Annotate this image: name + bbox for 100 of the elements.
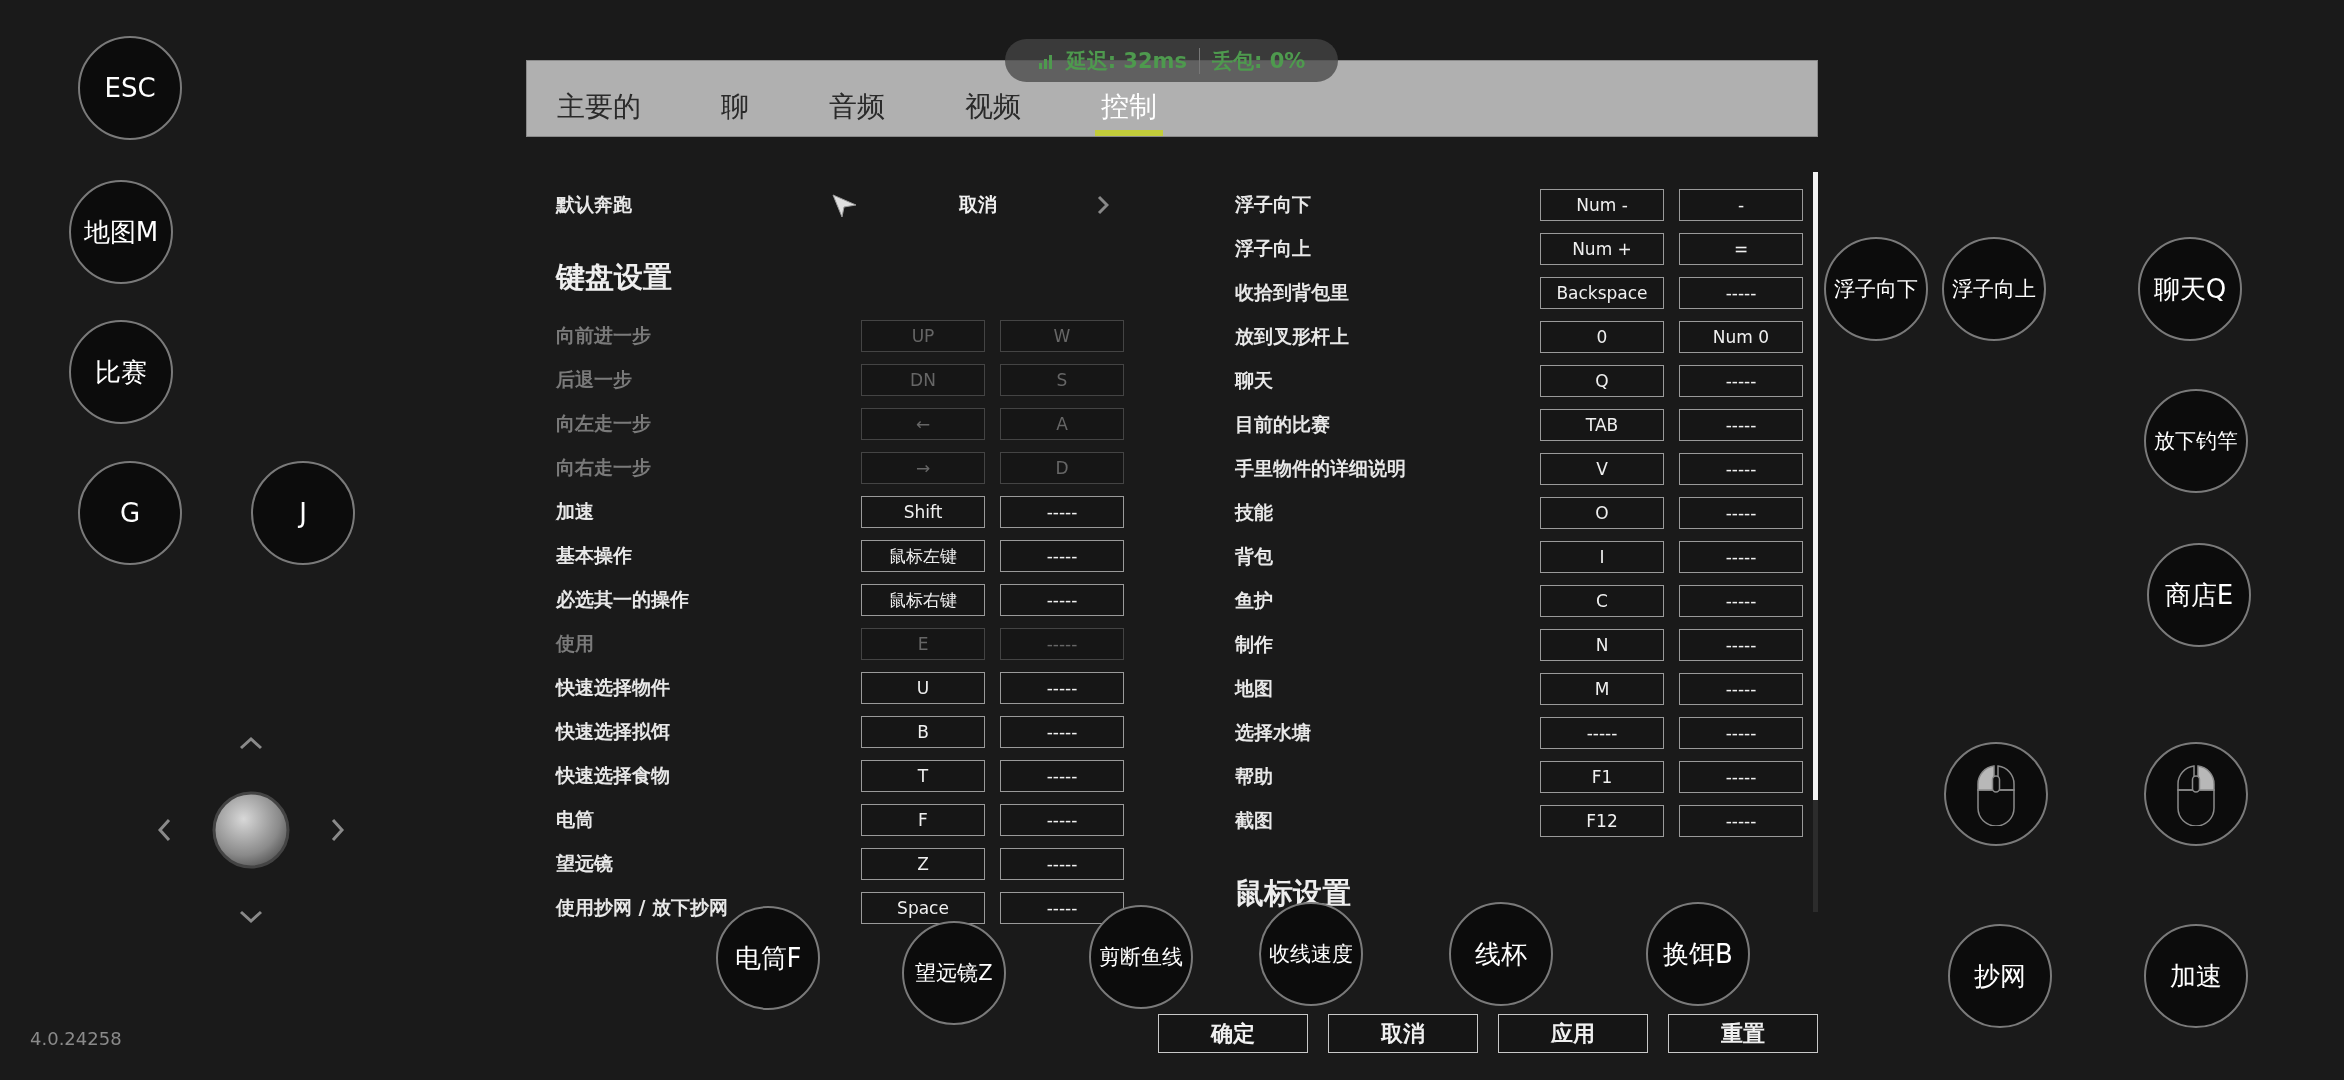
key-binding[interactable]: C xyxy=(1540,585,1664,617)
key-binding[interactable]: ----- xyxy=(1679,629,1803,661)
action-label: 默认奔跑 xyxy=(556,192,632,217)
key-binding[interactable]: ----- xyxy=(1000,892,1124,924)
overlay-button[interactable]: G xyxy=(78,461,182,565)
key-binding[interactable]: Shift xyxy=(861,496,985,528)
overlay-button[interactable]: 线杯 xyxy=(1449,902,1553,1006)
dialog-button[interactable]: 确定 xyxy=(1158,1014,1308,1053)
key-binding[interactable]: ----- xyxy=(1000,672,1124,704)
dialog-button[interactable]: 取消 xyxy=(1328,1014,1478,1053)
action-label: 选择水塘 xyxy=(1235,720,1312,745)
key-binding[interactable]: ----- xyxy=(1000,760,1124,792)
key-binding[interactable]: 鼠标右键 xyxy=(861,584,985,616)
dialog-button[interactable]: 应用 xyxy=(1498,1014,1648,1053)
section-heading: 键盘设置 xyxy=(556,259,673,296)
chevron-right-icon xyxy=(1097,195,1109,215)
overlay-button[interactable]: 抄网 xyxy=(1948,924,2052,1028)
overlay-button[interactable]: 商店E xyxy=(2147,543,2251,647)
key-binding[interactable]: N xyxy=(1540,629,1664,661)
key-binding[interactable]: = xyxy=(1679,233,1803,265)
overlay-button[interactable]: ESC xyxy=(78,36,182,140)
key-binding[interactable]: TAB xyxy=(1540,409,1664,441)
action-label: 后退一步 xyxy=(556,367,633,392)
key-binding[interactable]: T xyxy=(861,760,985,792)
key-binding[interactable]: 鼠标左键 xyxy=(861,540,985,572)
key-binding[interactable]: B xyxy=(861,716,985,748)
key-binding[interactable]: ----- xyxy=(1679,409,1803,441)
key-binding[interactable]: O xyxy=(1540,497,1664,529)
key-binding[interactable]: V xyxy=(1540,453,1664,485)
key-binding[interactable]: Num + xyxy=(1540,233,1664,265)
key-binding[interactable]: ----- xyxy=(1000,540,1124,572)
key-binding[interactable]: ----- xyxy=(1679,453,1803,485)
overlay-button[interactable]: 聊天Q xyxy=(2138,237,2242,341)
action-label: 制作 xyxy=(1235,632,1274,657)
tab[interactable]: 音频 xyxy=(823,84,891,136)
action-label: 目前的比赛 xyxy=(1235,412,1331,437)
key-binding[interactable]: ----- xyxy=(1679,761,1803,793)
key-binding[interactable]: ----- xyxy=(1000,848,1124,880)
key-binding[interactable]: Num - xyxy=(1540,189,1664,221)
overlay-button[interactable]: 剪断鱼线 xyxy=(1089,905,1193,1009)
key-binding[interactable]: Space xyxy=(861,892,985,924)
latency-text: 延迟: 32ms xyxy=(1065,47,1187,75)
overlay-button[interactable]: J xyxy=(251,461,355,565)
key-binding[interactable]: F1 xyxy=(1540,761,1664,793)
action-label: 向右走一步 xyxy=(556,455,652,480)
key-binding[interactable]: U xyxy=(861,672,985,704)
run-mode-selector[interactable]: 取消 xyxy=(830,185,1109,225)
scrollbar[interactable] xyxy=(1813,172,1818,912)
key-binding[interactable]: ----- xyxy=(1000,584,1124,616)
key-binding[interactable]: ----- xyxy=(1679,673,1803,705)
key-binding[interactable]: ----- xyxy=(1679,585,1803,617)
action-label: 快速选择拟饵 xyxy=(556,719,671,744)
mouse-icon xyxy=(1974,762,2018,826)
key-binding[interactable]: F xyxy=(861,804,985,836)
overlay-button[interactable]: 浮子向上 xyxy=(1942,237,2046,341)
key-binding[interactable]: ----- xyxy=(1679,497,1803,529)
action-label: 技能 xyxy=(1235,500,1274,525)
cursor-icon xyxy=(830,191,858,219)
key-binding[interactable]: Q xyxy=(1540,365,1664,397)
action-label: 聊天 xyxy=(1235,368,1274,393)
action-label: 快速选择物件 xyxy=(556,675,671,700)
overlay-button[interactable]: 加速 xyxy=(2144,924,2248,1028)
signal-icon xyxy=(1037,52,1054,69)
action-label: 快速选择食物 xyxy=(556,763,671,788)
tab[interactable]: 主要的 xyxy=(551,84,647,136)
key-binding[interactable]: - xyxy=(1679,189,1803,221)
action-label: 电筒 xyxy=(556,807,595,832)
dialog-button[interactable]: 重置 xyxy=(1668,1014,1818,1053)
key-binding[interactable]: ----- xyxy=(1679,277,1803,309)
action-label: 向前进一步 xyxy=(556,323,652,348)
key-binding[interactable]: ----- xyxy=(1000,804,1124,836)
mouse-icon xyxy=(2174,762,2218,826)
scrollbar-thumb[interactable] xyxy=(1813,172,1818,800)
overlay-button[interactable]: 望远镜Z xyxy=(902,921,1006,1025)
key-binding[interactable]: Z xyxy=(861,848,985,880)
key-binding[interactable]: ----- xyxy=(1679,365,1803,397)
key-binding[interactable]: ----- xyxy=(1000,716,1124,748)
key-binding[interactable]: ----- xyxy=(1679,541,1803,573)
key-binding[interactable]: ----- xyxy=(1679,717,1803,749)
tab[interactable]: 视频 xyxy=(959,84,1027,136)
key-binding[interactable]: ----- xyxy=(1000,496,1124,528)
action-label: 手里物件的详细说明 xyxy=(1235,456,1407,481)
overlay-button[interactable]: 比赛 xyxy=(69,320,173,424)
overlay-button[interactable]: 换饵B xyxy=(1646,902,1750,1006)
key-binding[interactable]: 0 xyxy=(1540,321,1664,353)
action-label: 望远镜 xyxy=(556,851,614,876)
key-binding[interactable]: M xyxy=(1540,673,1664,705)
key-binding[interactable]: Backspace xyxy=(1540,277,1664,309)
overlay-button[interactable]: 地图M xyxy=(69,180,173,284)
key-binding[interactable]: F12 xyxy=(1540,805,1664,837)
overlay-button[interactable]: 浮子向下 xyxy=(1824,237,1928,341)
action-label: 使用 xyxy=(556,631,595,656)
key-binding[interactable]: ----- xyxy=(1540,717,1664,749)
key-binding[interactable]: I xyxy=(1540,541,1664,573)
action-label: 必选其一的操作 xyxy=(556,587,690,612)
tab[interactable]: 聊 xyxy=(715,84,755,136)
key-binding[interactable]: ----- xyxy=(1679,805,1803,837)
key-binding[interactable]: Num 0 xyxy=(1679,321,1803,353)
overlay-button[interactable]: 放下钓竿 xyxy=(2144,389,2248,493)
packet-loss-text: 丢包: 0% xyxy=(1211,47,1306,75)
